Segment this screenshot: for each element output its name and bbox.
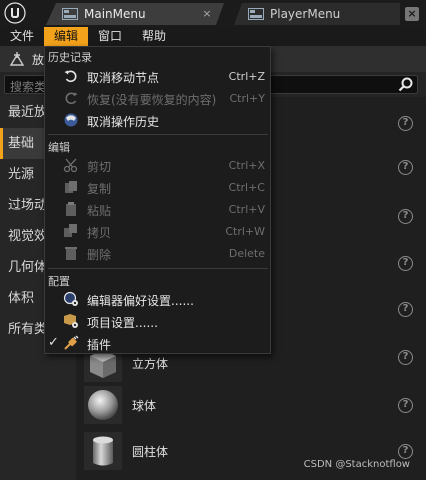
menu-item-undo-history[interactable]: 取消操作历史 [45,109,270,131]
menu-item-shortcut: Ctrl+V [228,203,265,216]
section-heading-configuration: 配置 [48,275,70,288]
menu-file[interactable]: 文件 [0,27,44,46]
menu-item-label: 剪切 [87,160,112,174]
widget-blueprint-icon [62,8,78,20]
edit-menu-dropdown: 历史记录 取消移动节点 Ctrl+Z 恢复(没有要恢复的内容) Ctrl+Y 取… [44,46,271,354]
menu-item-label: 粘贴 [87,204,112,218]
menu-help[interactable]: 帮助 [132,27,176,46]
menu-item-shortcut: Ctrl+X [228,159,265,172]
menu-item-shortcut: Ctrl+C [228,181,265,194]
help-icon[interactable]: ? [398,256,413,271]
editor-preferences-icon [63,291,78,306]
search-icon[interactable] [398,77,413,92]
menu-item-shortcut: Ctrl+W [225,225,265,238]
duplicate-icon [64,224,77,237]
cylinder-icon [84,432,122,470]
menu-item-label: 项目设置...... [87,316,158,330]
tab-label: MainMenu [84,7,146,21]
menu-item-delete[interactable]: 删除 Delete [45,242,270,264]
unreal-logo-icon[interactable] [4,2,26,24]
menu-item-project-settings[interactable]: 项目设置...... [45,310,270,332]
menu-item-redo[interactable]: 恢复(没有要恢复的内容) Ctrl+Y [45,87,270,109]
menu-item-label: 取消移动节点 [87,71,160,85]
help-icon[interactable]: ? [398,160,413,175]
asset-label: 圆柱体 [132,445,169,459]
plugins-icon [64,335,79,350]
place-actors-icon [9,52,25,66]
tab-label: PlayerMenu [270,7,341,21]
tab-mainmenu[interactable]: MainMenu × [46,3,224,25]
menu-item-shortcut: Delete [228,247,265,260]
menu-window[interactable]: 窗口 [88,27,132,46]
project-settings-icon [64,314,78,328]
panel-title: 放 [32,53,45,67]
menu-item-label: 复制 [87,182,112,196]
menu-item-label: 拷贝 [87,226,112,240]
menu-item-undo[interactable]: 取消移动节点 Ctrl+Z [45,65,270,87]
menu-separator [48,134,268,135]
menu-item-plugins[interactable]: ✓ 插件 [45,332,270,354]
tab-playermenu[interactable]: PlayerMenu [234,3,400,25]
section-heading-history: 历史记录 [48,51,92,64]
checkmark-icon: ✓ [48,335,59,350]
menu-separator [48,268,268,269]
asset-label: 球体 [132,399,157,413]
help-icon[interactable]: ? [398,302,413,317]
copy-icon [65,181,77,193]
delete-icon [65,247,77,260]
tab-close-icon[interactable]: × [200,7,214,21]
asset-item-sphere[interactable]: 球体 [82,385,420,425]
history-icon [64,113,78,127]
window-close-icon[interactable]: × [405,7,419,21]
widget-blueprint-icon [248,8,264,20]
redo-icon [65,92,78,105]
watermark-text: CSDN @Stacknotflow [303,459,410,470]
menu-item-label: 取消操作历史 [87,115,160,129]
search-placeholder: 搜索类 [10,80,47,94]
menu-item-paste[interactable]: 粘贴 Ctrl+V [45,198,270,220]
menu-item-editor-preferences[interactable]: 编辑器偏好设置...... [45,288,270,310]
menu-item-copy[interactable]: 复制 Ctrl+C [45,176,270,198]
undo-icon [64,70,77,83]
menu-item-label: 插件 [87,338,112,352]
sphere-icon [84,386,122,424]
menu-item-label: 恢复(没有要恢复的内容) [87,93,217,107]
menu-item-label: 删除 [87,248,112,262]
title-bar: MainMenu × PlayerMenu × [0,0,426,27]
menu-item-duplicate[interactable]: 拷贝 Ctrl+W [45,220,270,242]
menu-bar: 文件 编辑 窗口 帮助 [0,27,426,46]
menu-edit[interactable]: 编辑 [44,27,89,46]
paste-icon [66,202,76,216]
asset-label: 立方体 [132,357,169,371]
section-heading-edit: 编辑 [48,141,70,154]
cut-icon [63,158,78,173]
menu-item-shortcut: Ctrl+Y [229,92,265,105]
menu-item-cut[interactable]: 剪切 Ctrl+X [45,154,270,176]
help-icon[interactable]: ? [398,209,413,224]
menu-item-shortcut: Ctrl+Z [228,70,265,83]
menu-item-label: 编辑器偏好设置...... [87,294,194,308]
help-icon[interactable]: ? [398,116,413,131]
